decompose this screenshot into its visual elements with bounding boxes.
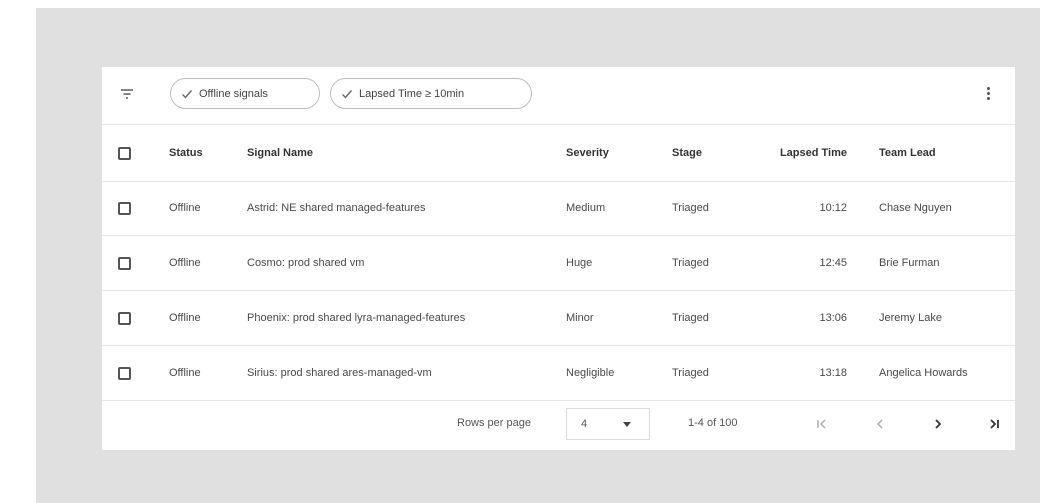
chevron-left-icon[interactable]: [868, 410, 892, 438]
filter-icon[interactable]: [118, 85, 136, 103]
team-lead-cell: Brie Furman: [879, 257, 940, 269]
dropdown-arrow-icon: [623, 422, 631, 427]
signal-name-cell: Astrid: NE shared managed-features: [247, 202, 426, 214]
row-checkbox[interactable]: [118, 311, 131, 325]
filter-chip-offline-signals[interactable]: Offline signals: [170, 78, 320, 109]
signal-name-cell: Cosmo: prod shared vm: [247, 257, 365, 269]
column-header-lapsed-time[interactable]: Lapsed Time: [752, 125, 847, 181]
column-header-severity[interactable]: Severity: [566, 125, 609, 181]
severity-cell: Medium: [566, 202, 606, 214]
column-header-team-lead[interactable]: Team Lead: [879, 125, 936, 181]
severity-cell: Negligible: [566, 367, 615, 379]
chevron-right-icon[interactable]: [926, 410, 950, 438]
table-pagination: Rows per page 4 1-4 of 100: [102, 400, 1015, 450]
table-row[interactable]: Offline Phoenix: prod shared lyra-manage…: [102, 291, 1015, 346]
status-cell: Offline: [169, 367, 201, 379]
select-all-checkbox[interactable]: [118, 146, 131, 160]
lapsed-time-cell: 13:06: [819, 312, 847, 324]
team-lead-cell: Angelica Howards: [879, 367, 968, 379]
pagination-range: 1-4 of 100: [688, 417, 738, 429]
column-header-signal-name[interactable]: Signal Name: [247, 125, 313, 181]
stage-cell: Triaged: [672, 312, 709, 324]
lapsed-time-cell: 12:45: [819, 257, 847, 269]
row-checkbox[interactable]: [118, 201, 131, 215]
table-header-row: Status Signal Name Severity Stage Lapsed…: [102, 124, 1015, 182]
signal-name-cell: Sirius: prod shared ares-managed-vm: [247, 367, 432, 379]
first-page-icon[interactable]: [810, 410, 834, 438]
stage-cell: Triaged: [672, 367, 709, 379]
rows-per-page-value: 4: [581, 418, 588, 430]
stage-cell: Triaged: [672, 257, 709, 269]
last-page-icon[interactable]: [982, 410, 1006, 438]
rows-per-page-label: Rows per page: [457, 417, 531, 429]
column-header-stage[interactable]: Stage: [672, 125, 702, 181]
rows-per-page-select[interactable]: 4: [566, 408, 650, 440]
team-lead-cell: Chase Nguyen: [879, 202, 952, 214]
column-header-status[interactable]: Status: [169, 125, 203, 181]
stage-cell: Triaged: [672, 202, 709, 214]
table-toolbar: Offline signals Lapsed Time ≥ 10min: [102, 67, 1015, 124]
more-vert-icon[interactable]: [980, 85, 996, 105]
severity-cell: Minor: [566, 312, 594, 324]
table-row[interactable]: Offline Sirius: prod shared ares-managed…: [102, 346, 1015, 401]
severity-cell: Huge: [566, 257, 593, 269]
row-checkbox[interactable]: [118, 256, 131, 270]
lapsed-time-cell: 10:12: [819, 202, 847, 214]
check-icon: [342, 89, 353, 99]
chip-label: Offline signals: [199, 87, 268, 100]
check-icon: [182, 89, 193, 99]
team-lead-cell: Jeremy Lake: [879, 312, 942, 324]
signals-table-card: Offline signals Lapsed Time ≥ 10min Stat…: [102, 67, 1015, 450]
status-cell: Offline: [169, 312, 201, 324]
status-cell: Offline: [169, 257, 201, 269]
table-row[interactable]: Offline Cosmo: prod shared vm Huge Triag…: [102, 236, 1015, 291]
lapsed-time-cell: 13:18: [819, 367, 847, 379]
row-checkbox[interactable]: [118, 366, 131, 380]
chip-label: Lapsed Time ≥ 10min: [359, 87, 465, 100]
status-cell: Offline: [169, 202, 201, 214]
signal-name-cell: Phoenix: prod shared lyra-managed-featur…: [247, 312, 466, 324]
table-row[interactable]: Offline Astrid: NE shared managed-featur…: [102, 181, 1015, 236]
filter-chip-lapsed-time[interactable]: Lapsed Time ≥ 10min: [330, 78, 532, 109]
